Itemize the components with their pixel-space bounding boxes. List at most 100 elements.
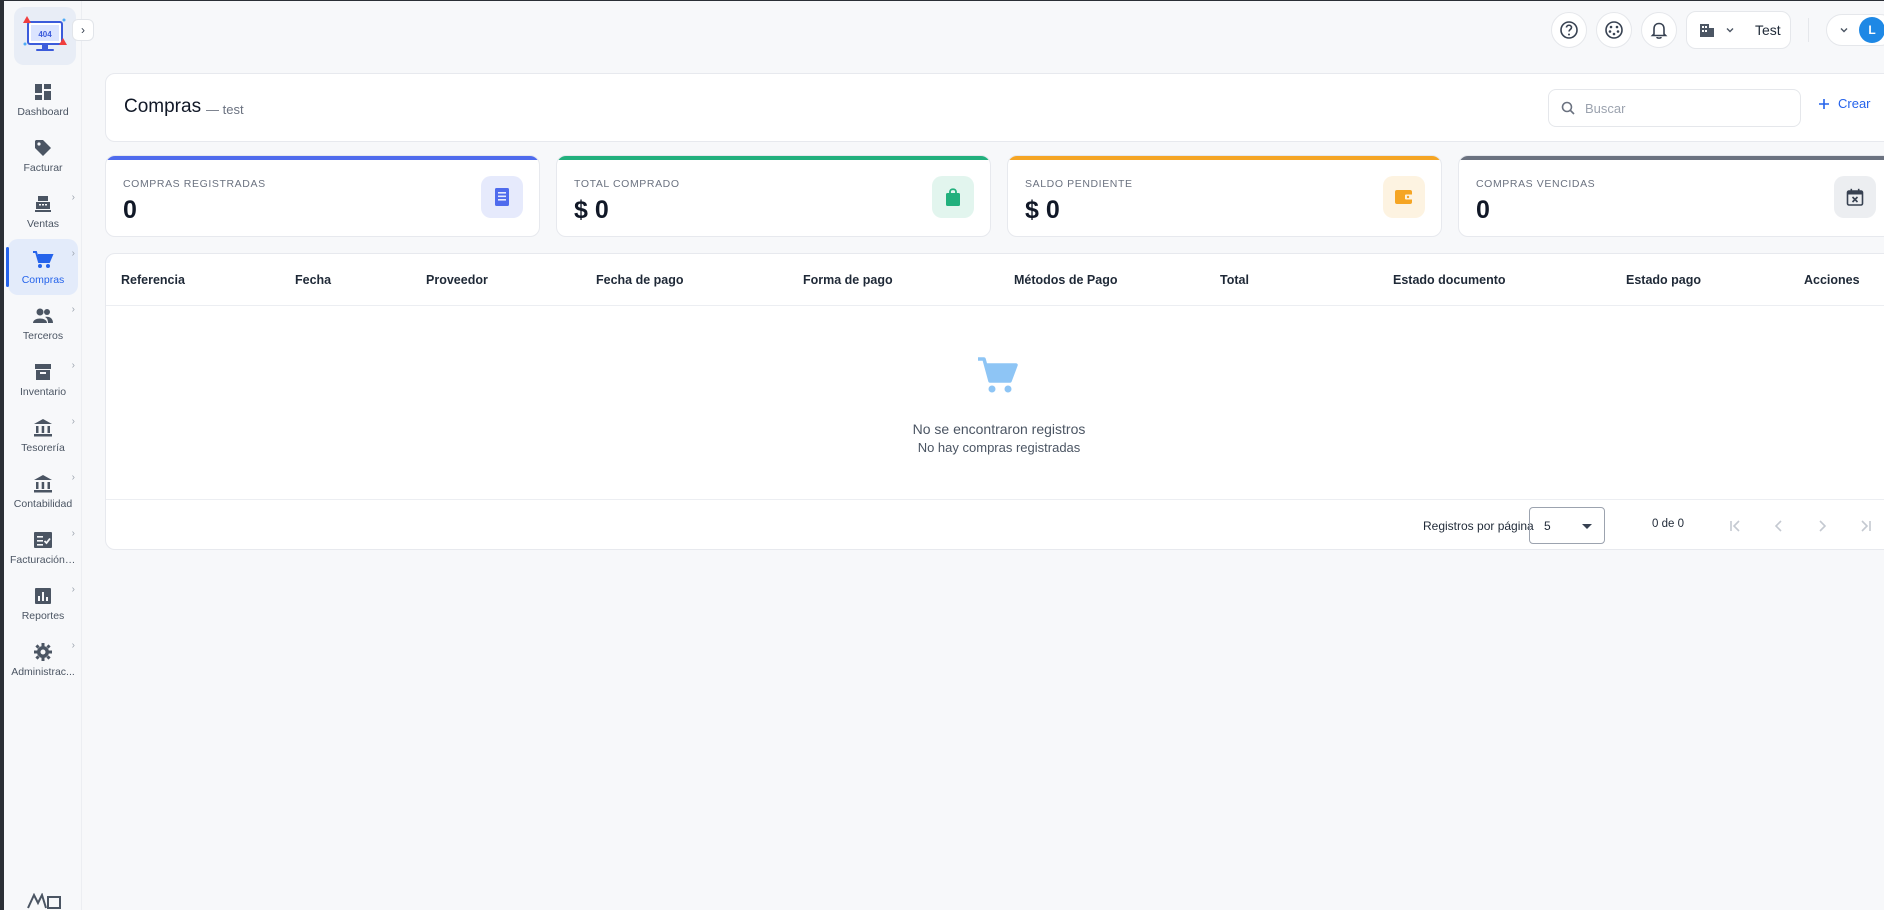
- checklist-icon: [32, 529, 54, 551]
- user-menu[interactable]: L: [1826, 14, 1884, 46]
- archive-icon: [32, 361, 54, 383]
- footer-logo: [26, 892, 62, 909]
- company-name: Test: [1755, 22, 1781, 38]
- stat-value: 0: [123, 196, 137, 224]
- create-button[interactable]: Crear: [1818, 96, 1871, 111]
- sidebar-item-dashboard[interactable]: Dashboard: [8, 71, 78, 127]
- column-header-estado-pago[interactable]: Estado pago: [1626, 273, 1701, 287]
- chevron-right-icon: ›: [81, 23, 85, 37]
- notifications-button[interactable]: [1641, 12, 1677, 48]
- column-header-metodos-pago[interactable]: Métodos de Pago: [1014, 273, 1117, 287]
- chevron-right-icon: ›: [71, 304, 75, 315]
- sidebar-item-inventario[interactable]: › Inventario: [8, 351, 78, 407]
- bank-icon: [32, 417, 54, 439]
- table-header: Referencia Fecha Proveedor Fecha de pago…: [106, 254, 1884, 306]
- search-input[interactable]: [1585, 100, 1785, 116]
- chevron-left-icon: [1774, 520, 1782, 532]
- sidebar-item-label: Ventas: [26, 217, 60, 230]
- column-header-referencia[interactable]: Referencia: [121, 273, 185, 287]
- chevron-down-icon: [1840, 28, 1848, 33]
- column-header-estado-documento[interactable]: Estado documento: [1393, 273, 1506, 287]
- app-logo[interactable]: 404: [14, 7, 76, 65]
- chevron-right-icon: ›: [71, 528, 75, 539]
- last-page-icon: [1861, 520, 1871, 532]
- sidebar-item-compras[interactable]: › Compras: [6, 239, 78, 295]
- chevron-right-icon: ›: [71, 640, 75, 651]
- stat-value: $ 0: [574, 196, 609, 224]
- page-header: Compras — test Crear: [105, 73, 1884, 142]
- palette-icon: [1605, 21, 1623, 39]
- chevron-right-icon: ›: [71, 472, 75, 483]
- chart-icon: [32, 585, 54, 607]
- sidebar-item-label: Terceros: [22, 329, 64, 342]
- pagination-range: 0 de 0: [1652, 518, 1684, 530]
- sidebar: 404 Dashboard Facturar › Ventas › Compra…: [4, 1, 82, 910]
- column-header-proveedor[interactable]: Proveedor: [426, 273, 488, 287]
- rows-per-page-label: Registros por página: [1423, 519, 1534, 533]
- stat-accent-bar: [1008, 156, 1441, 160]
- caret-down-icon: [1582, 524, 1592, 529]
- column-header-total[interactable]: Total: [1220, 273, 1249, 287]
- cart-icon: [32, 249, 54, 271]
- first-page-button[interactable]: [1723, 514, 1747, 538]
- dashboard-icon: [32, 81, 54, 103]
- sidebar-item-tesoreria[interactable]: › Tesorería: [8, 407, 78, 463]
- stat-accent-bar: [557, 156, 990, 160]
- sidebar-item-label: Contabilidad: [13, 497, 73, 510]
- previous-page-button[interactable]: [1767, 514, 1791, 538]
- sidebar-item-administracion[interactable]: › Administrac...: [8, 631, 78, 687]
- stat-label: COMPRAS VENCIDAS: [1476, 178, 1596, 190]
- brand-mark-icon: [27, 892, 61, 909]
- sidebar-item-terceros[interactable]: › Terceros: [8, 295, 78, 351]
- window-top-edge: [0, 0, 1884, 1]
- sidebar-item-label: Dashboard: [17, 105, 69, 118]
- column-header-fecha[interactable]: Fecha: [295, 273, 331, 287]
- stat-label: COMPRAS REGISTRADAS: [123, 178, 266, 190]
- bell-icon: [1650, 22, 1668, 39]
- next-page-button[interactable]: [1810, 514, 1834, 538]
- tag-icon: [32, 137, 54, 159]
- stat-label: TOTAL COMPRADO: [574, 178, 680, 190]
- table-pagination: Registros por página 5 0 de 0: [106, 499, 1884, 549]
- chevron-down-icon: [1726, 28, 1734, 33]
- chevron-right-icon: ›: [71, 416, 75, 427]
- stat-accent-bar: [106, 156, 539, 160]
- chevron-right-icon: ›: [71, 584, 75, 595]
- stat-accent-bar: [1459, 156, 1884, 160]
- bank-icon: [32, 473, 54, 495]
- company-selector[interactable]: Test: [1686, 11, 1791, 49]
- avatar: L: [1859, 17, 1884, 43]
- page-title: Compras: [124, 96, 202, 117]
- theme-button[interactable]: [1596, 12, 1632, 48]
- search-box[interactable]: [1548, 89, 1801, 127]
- sidebar-item-ventas[interactable]: › Ventas: [8, 183, 78, 239]
- rows-per-page-select[interactable]: 5: [1529, 507, 1605, 544]
- help-button[interactable]: [1551, 12, 1587, 48]
- gear-icon: [32, 641, 54, 663]
- stat-card-compras-registradas: COMPRAS REGISTRADAS 0: [105, 155, 540, 237]
- svg-text:404: 404: [38, 30, 52, 39]
- sidebar-item-label: Administrac...: [11, 665, 75, 678]
- sidebar-item-facturacion[interactable]: › Facturación ...: [8, 519, 78, 575]
- plus-icon: [1819, 98, 1829, 109]
- stat-value: $ 0: [1025, 196, 1060, 224]
- topbar-divider: [1808, 18, 1809, 42]
- sidebar-item-label: Reportes: [21, 609, 65, 622]
- column-header-forma-pago[interactable]: Forma de pago: [803, 273, 893, 287]
- sidebar-item-facturar[interactable]: Facturar: [8, 127, 78, 183]
- column-header-fecha-pago[interactable]: Fecha de pago: [596, 273, 684, 287]
- rows-per-page-value: 5: [1544, 518, 1551, 533]
- sidebar-item-label: Facturar: [23, 161, 63, 174]
- monitor-404-icon: 404: [23, 16, 67, 51]
- chevron-right-icon: ›: [71, 360, 75, 371]
- sidebar-item-contabilidad[interactable]: › Contabilidad: [8, 463, 78, 519]
- empty-state-title: No se encontraron registros: [912, 421, 1086, 437]
- last-page-button[interactable]: [1854, 514, 1878, 538]
- shopping-bag-icon: [932, 176, 974, 218]
- sidebar-item-reportes[interactable]: › Reportes: [8, 575, 78, 631]
- sidebar-toggle-button[interactable]: ›: [72, 19, 94, 41]
- chevron-right-icon: ›: [71, 192, 75, 203]
- stat-value: 0: [1476, 196, 1490, 224]
- building-icon: [1700, 24, 1714, 37]
- people-icon: [32, 305, 54, 327]
